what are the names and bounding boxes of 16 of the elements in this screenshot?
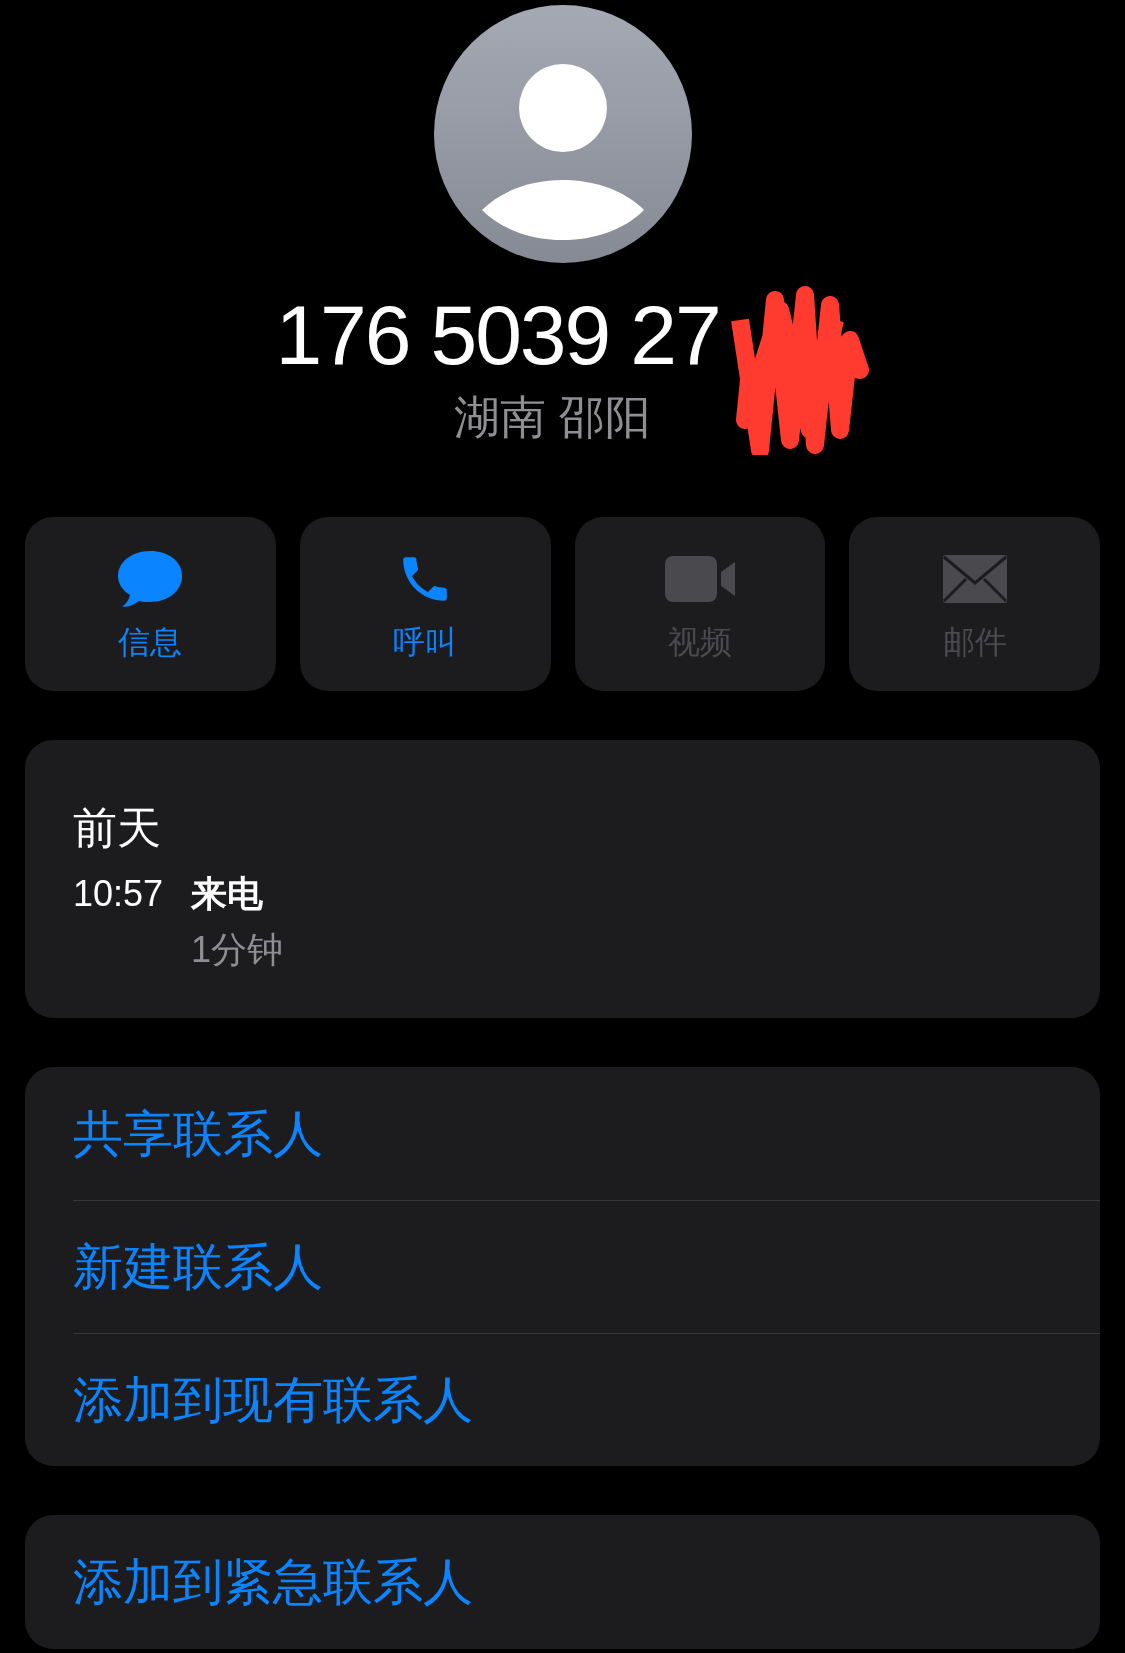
call-date: 前天 [73,802,162,854]
video-camera-icon [662,554,737,604]
speech-bubble-icon [116,549,185,609]
envelope-icon [941,554,1008,604]
menu-link[interactable]: 添加到紧急联系人 [73,1552,473,1612]
call-duration: 1分钟 [191,928,284,972]
location-label: 湖南 邵阳 [454,390,652,445]
call-time: 10:57 [73,872,165,916]
call-type: 来电 [191,872,264,916]
avatar-icon [433,5,692,263]
action-button[interactable]: 呼叫 [299,517,551,691]
menu-link[interactable]: 新建联系人 [73,1237,323,1297]
action-button[interactable]: 信息 [25,517,276,691]
menu-link[interactable]: 添加到现有联系人 [73,1370,473,1430]
menu-link[interactable]: 共享联系人 [73,1103,323,1164]
phone-number: 176 5039 27 [275,287,721,384]
